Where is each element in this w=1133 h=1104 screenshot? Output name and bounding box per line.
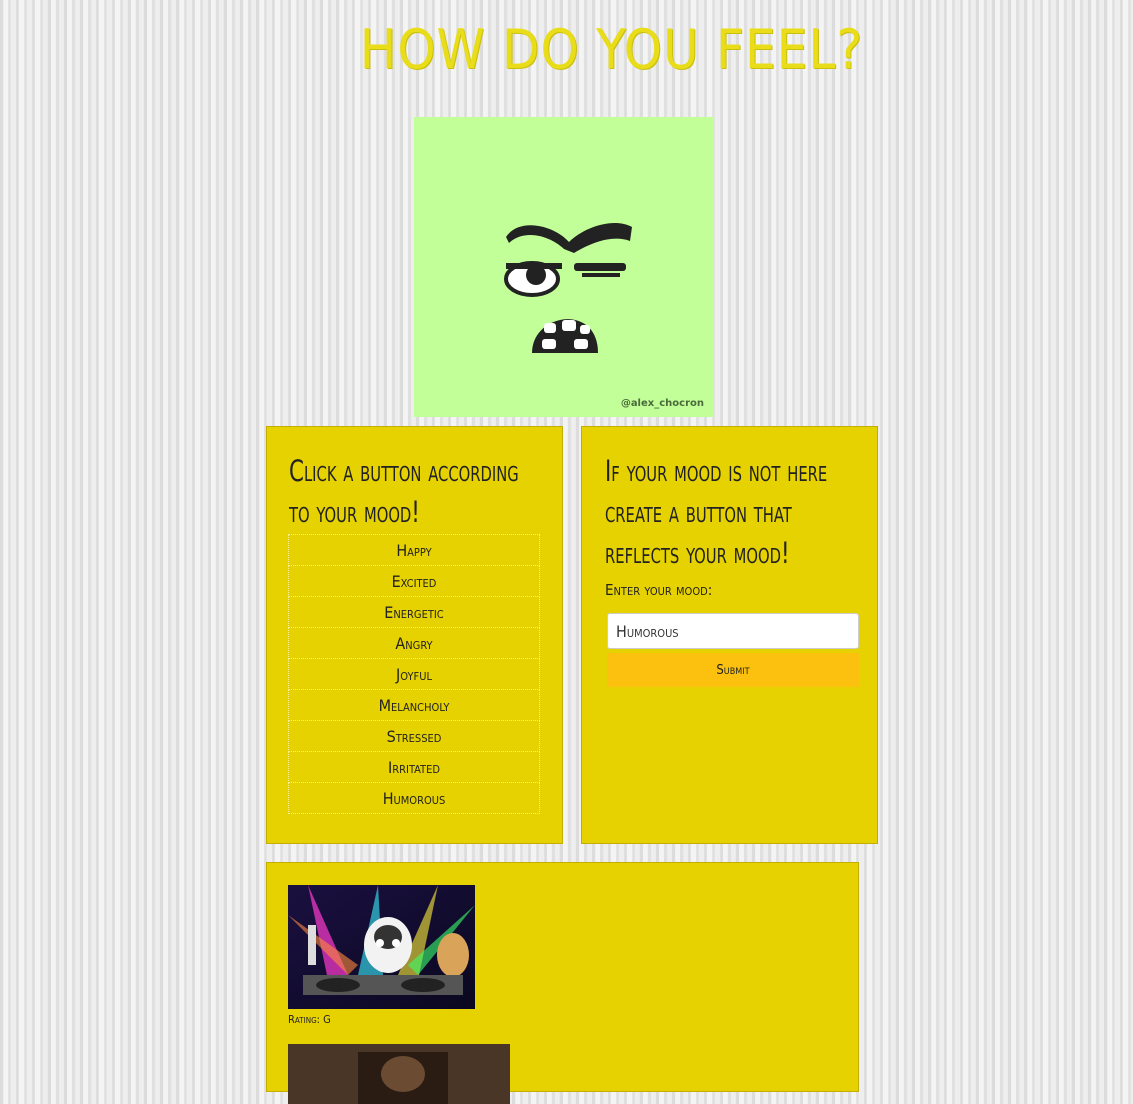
mood-button-joyful[interactable]: Joyful bbox=[288, 658, 540, 690]
mood-panel-heading: Click a button according to your mood! bbox=[289, 454, 519, 529]
mood-button-list: Happy Excited Energetic Angry Joyful Mel… bbox=[288, 534, 540, 814]
mood-input[interactable] bbox=[607, 613, 859, 649]
gif-results-panel: Rating: G bbox=[266, 862, 859, 1104]
gif-thumbnail bbox=[288, 1044, 510, 1104]
gif-rating: Rating: G bbox=[288, 1013, 331, 1026]
create-panel-heading: If your mood is not here create a button… bbox=[605, 454, 828, 570]
mood-button-happy[interactable]: Happy bbox=[288, 534, 540, 566]
mood-button-stressed[interactable]: Stressed bbox=[288, 720, 540, 752]
mood-buttons-panel: Click a button according to your mood! H… bbox=[266, 426, 563, 844]
mood-button-energetic[interactable]: Energetic bbox=[288, 596, 540, 628]
dj-cat-gif bbox=[288, 885, 475, 1009]
mood-button-excited[interactable]: Excited bbox=[288, 565, 540, 597]
mood-input-label: Enter your mood: bbox=[605, 581, 713, 599]
image-credit: @alex_chocron bbox=[620, 398, 704, 409]
mood-button-irritated[interactable]: Irritated bbox=[288, 751, 540, 783]
create-mood-panel: If your mood is not here create a button… bbox=[581, 426, 878, 844]
angry-face-illustration bbox=[504, 222, 632, 353]
mood-button-angry[interactable]: Angry bbox=[288, 627, 540, 659]
hero-angry-face-image: @alex_chocron bbox=[414, 117, 714, 417]
submit-button[interactable]: Submit bbox=[607, 653, 859, 687]
mood-button-humorous[interactable]: Humorous bbox=[288, 782, 540, 814]
mood-button-melancholy[interactable]: Melancholy bbox=[288, 689, 540, 721]
dj-cat-gif-image bbox=[288, 885, 475, 1009]
page-title: HOW DO YOU FEEL? bbox=[359, 18, 864, 81]
